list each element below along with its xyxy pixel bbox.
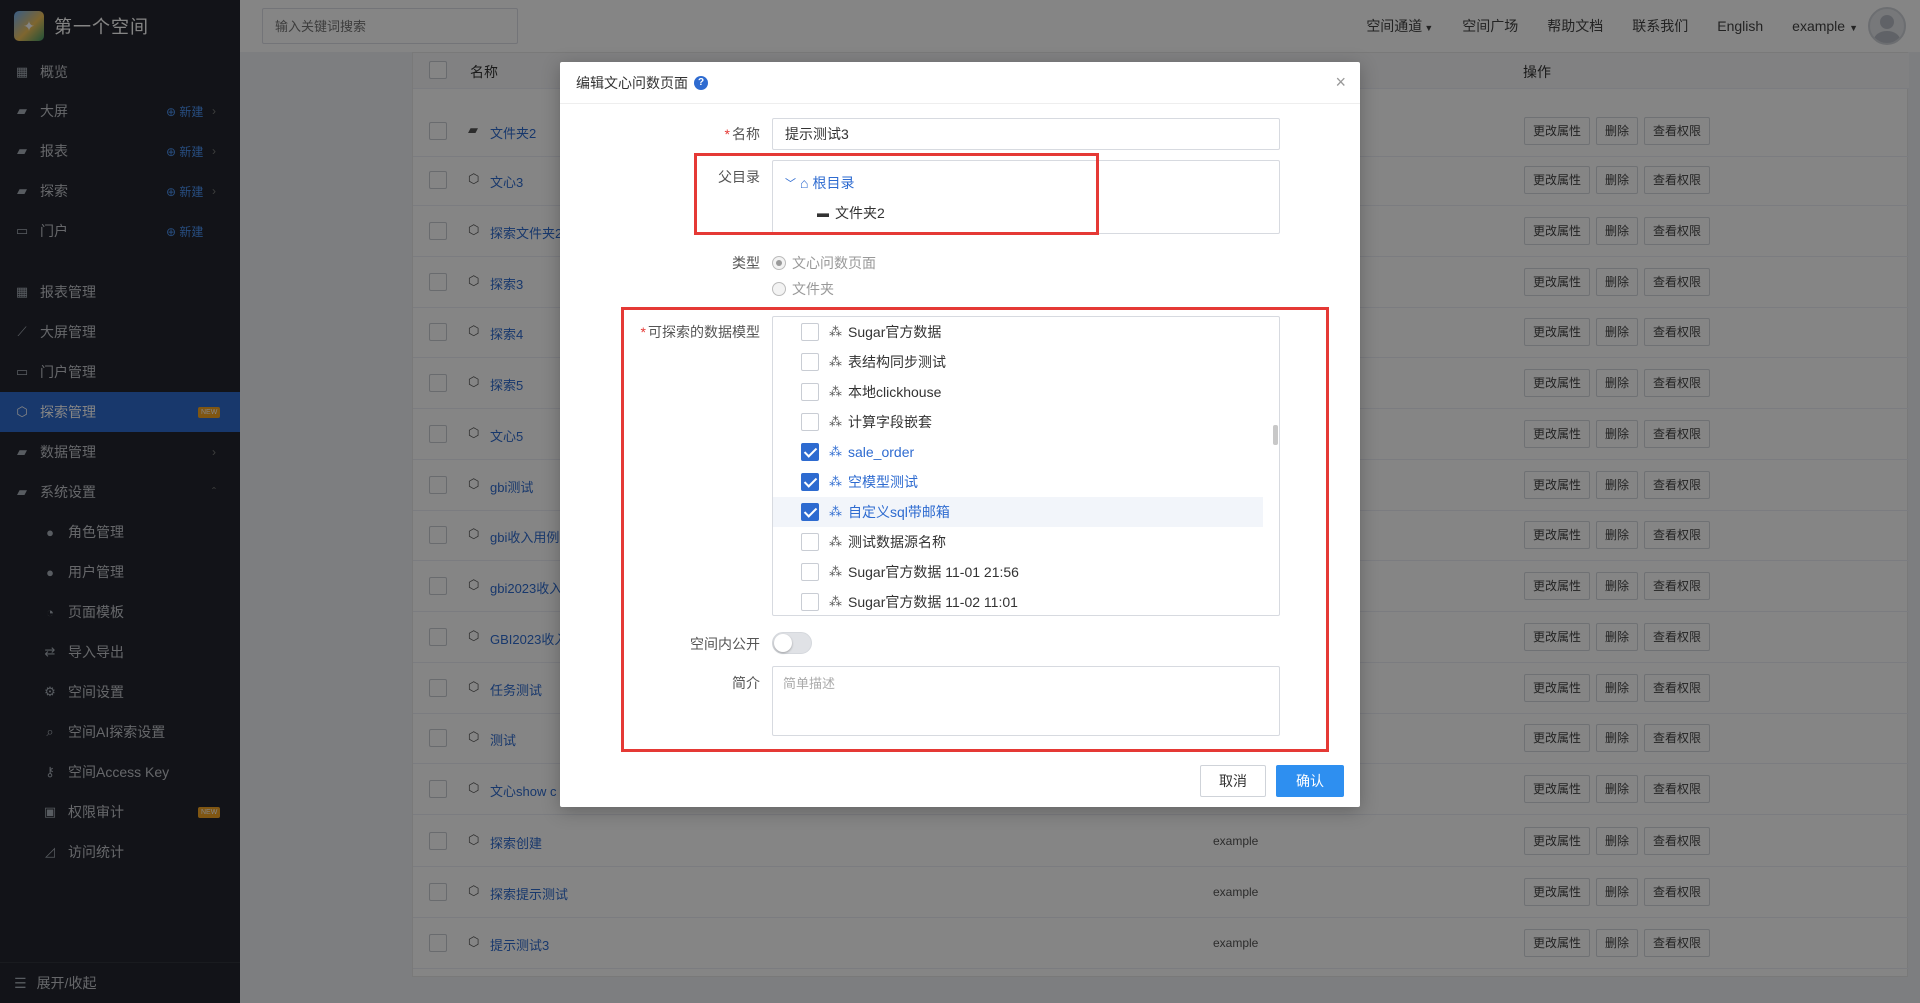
help-icon[interactable]: ?	[694, 75, 708, 90]
desc-label: 简介	[732, 675, 760, 691]
data-model-icon: ⁂	[829, 504, 842, 519]
home-icon: ⌂	[800, 175, 809, 191]
data-model-icon: ⁂	[829, 324, 842, 339]
type-option-folder[interactable]: 文件夹	[772, 279, 834, 299]
data-model-item[interactable]: ⁂ 表结构同步测试	[773, 347, 1263, 377]
data-model-label: Sugar官方数据	[848, 324, 942, 340]
app-root: ✦ 第一个空间 ▦ 概览 ▰ 大屏 ⊕ 新建 › ▰ 报表 ⊕ 新建 › ▰ 探索 ⊕ 新建 › ▭ 门户 ⊕ …	[0, 0, 1920, 1003]
model-checkbox[interactable]	[801, 593, 819, 611]
data-model-item[interactable]: ⁂ Sugar官方数据	[773, 317, 1263, 347]
close-icon[interactable]: ×	[1335, 73, 1346, 91]
models-label: * 可探索的数据模型	[640, 324, 760, 340]
type-label: 类型	[732, 255, 760, 271]
radio-icon	[772, 282, 786, 296]
type-option-page-label: 文心问数页面	[792, 255, 876, 271]
data-model-label: 表结构同步测试	[848, 354, 946, 370]
model-checkbox[interactable]	[801, 563, 819, 581]
data-model-icon: ⁂	[829, 474, 842, 489]
data-model-icon: ⁂	[829, 444, 842, 459]
data-model-label: Sugar官方数据 11-01 21:56	[848, 564, 1019, 580]
data-model-icon: ⁂	[829, 354, 842, 369]
description-textarea[interactable]: 简单描述	[772, 666, 1280, 736]
edit-dialog: 编辑文心问数页面 ? × * 名称 提示测试3 父目录 ﹀ ⌂ 根目录 ▬ 文件夹…	[560, 62, 1360, 807]
data-model-item[interactable]: ⁂ Sugar官方数据 11-01 21:56	[773, 557, 1263, 587]
data-model-icon: ⁂	[829, 384, 842, 399]
data-model-label: 自定义sql带邮箱	[848, 504, 950, 520]
tree-child-label: 文件夹2	[835, 205, 885, 221]
dialog-footer: 取消 确认	[560, 752, 1360, 807]
data-model-icon: ⁂	[829, 594, 842, 609]
dialog-title: 编辑文心问数页面	[576, 74, 688, 91]
name-input[interactable]: 提示测试3	[772, 118, 1280, 150]
model-checkbox[interactable]	[801, 443, 819, 461]
model-checkbox[interactable]	[801, 533, 819, 551]
data-model-label: sale_order	[848, 444, 915, 460]
data-model-label: 测试数据源名称	[848, 534, 946, 550]
data-model-item[interactable]: ⁂ 本地clickhouse	[773, 377, 1263, 407]
data-model-label: 计算字段嵌套	[848, 414, 932, 430]
model-checkbox[interactable]	[801, 503, 819, 521]
scrollbar-thumb[interactable]	[1273, 425, 1278, 445]
data-model-item[interactable]: ⁂ 计算字段嵌套	[773, 407, 1263, 437]
public-toggle[interactable]	[772, 632, 812, 654]
model-checkbox[interactable]	[801, 323, 819, 341]
type-option-folder-label: 文件夹	[792, 281, 834, 297]
parent-tree: ﹀ ⌂ 根目录 ▬ 文件夹2	[772, 160, 1280, 234]
tree-root-label: 根目录	[812, 175, 855, 191]
data-model-label: Sugar官方数据 11-02 11:01	[848, 594, 1018, 610]
data-model-label: 空模型测试	[848, 474, 918, 490]
data-model-item[interactable]: ⁂ 测试数据源名称	[773, 527, 1263, 557]
confirm-button[interactable]: 确认	[1276, 765, 1344, 797]
type-option-page[interactable]: 文心问数页面	[772, 253, 876, 273]
model-checkbox[interactable]	[801, 353, 819, 371]
chevron-down-icon[interactable]: ﹀	[785, 175, 796, 191]
data-model-icon: ⁂	[829, 564, 842, 579]
radio-selected-icon	[772, 256, 786, 270]
dialog-header: 编辑文心问数页面 ? ×	[560, 62, 1360, 104]
parent-label: 父目录	[718, 169, 760, 185]
public-label: 空间内公开	[690, 636, 760, 652]
cancel-button[interactable]: 取消	[1200, 765, 1266, 797]
data-model-icon: ⁂	[829, 414, 842, 429]
model-checkbox[interactable]	[801, 413, 819, 431]
data-model-list[interactable]: ⁂ Sugar官方数据 ⁂ 表结构同步测试 ⁂ 本地clickhouse ⁂ 计算字段嵌套 ⁂ s…	[772, 316, 1280, 616]
folder-icon: ▬	[817, 206, 829, 220]
data-model-item[interactable]: ⁂ 自定义sql带邮箱	[773, 497, 1263, 527]
data-model-item[interactable]: ⁂ sale_order	[773, 437, 1263, 467]
tree-child-node[interactable]: ▬ 文件夹2	[817, 203, 885, 223]
model-checkbox[interactable]	[801, 383, 819, 401]
data-model-icon: ⁂	[829, 534, 842, 549]
data-model-item[interactable]: ⁂ 空模型测试	[773, 467, 1263, 497]
data-model-label: 本地clickhouse	[848, 384, 942, 400]
model-checkbox[interactable]	[801, 473, 819, 491]
data-model-item[interactable]: ⁂ Sugar官方数据 11-02 11:01	[773, 587, 1263, 615]
tree-root-node[interactable]: ﹀ ⌂ 根目录	[785, 173, 854, 193]
name-label: * 名称	[724, 126, 760, 142]
